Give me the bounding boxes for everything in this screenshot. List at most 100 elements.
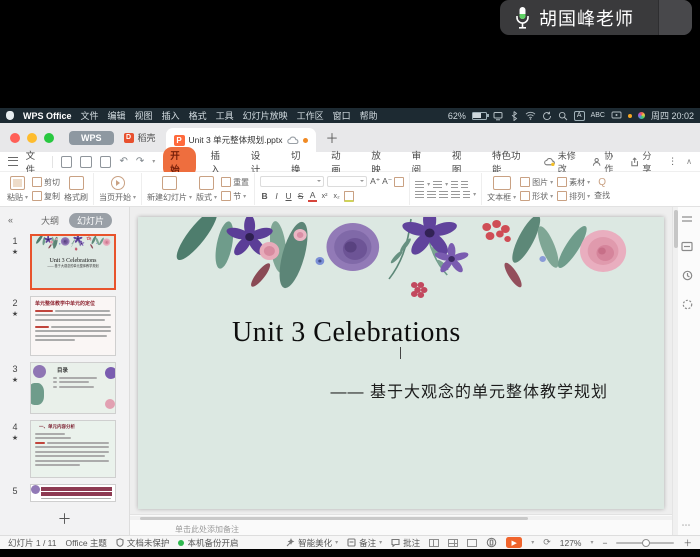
- zoom-chevron-icon[interactable]: ▾: [591, 539, 594, 546]
- ime-caps-label[interactable]: ABC: [591, 112, 605, 119]
- font-size-select[interactable]: [327, 176, 367, 187]
- minimize-window-button[interactable]: [27, 133, 37, 143]
- loop-icon[interactable]: ⟳: [543, 537, 551, 548]
- font-color-button[interactable]: A: [308, 190, 317, 202]
- slide-subtitle[interactable]: —— 基于大观念的单元整体教学规划: [331, 378, 608, 402]
- numbering-button[interactable]: [433, 181, 442, 188]
- animation-pane-icon[interactable]: [681, 241, 693, 252]
- section-button[interactable]: 节▾: [221, 191, 249, 202]
- arrange-button[interactable]: 排列▾: [557, 191, 590, 202]
- copy-button[interactable]: 复制: [32, 191, 60, 202]
- properties-pane-icon[interactable]: [681, 215, 693, 223]
- menu-insert[interactable]: 插入: [162, 109, 180, 122]
- italic-button[interactable]: I: [272, 191, 281, 201]
- notes-bar[interactable]: 单击此处添加备注: [130, 514, 672, 535]
- zoom-out-button[interactable]: −: [603, 538, 608, 548]
- zoom-slider[interactable]: [616, 542, 674, 544]
- horizontal-scrollbar[interactable]: [130, 516, 672, 520]
- underline-button[interactable]: U: [284, 191, 293, 201]
- current-slide[interactable]: Unit 3 Celebrations —— 基于大观念的单元整体教学规划: [138, 217, 664, 509]
- layout-button[interactable]: 版式▾: [196, 176, 217, 203]
- assets-button[interactable]: 素材▾: [557, 177, 590, 188]
- slideshow-play-button[interactable]: ▶: [506, 537, 522, 548]
- justify-button[interactable]: [451, 191, 460, 198]
- slide-thumbnail-4[interactable]: 一、单元内容分析: [30, 420, 116, 478]
- increase-indent-button[interactable]: [461, 181, 468, 188]
- apple-logo-icon[interactable]: [6, 111, 14, 120]
- protection-status[interactable]: 文档未保护: [116, 537, 170, 549]
- strikethrough-button[interactable]: S: [296, 191, 305, 201]
- horizontal-scrollbar-thumb[interactable]: [140, 517, 528, 520]
- align-right-button[interactable]: [439, 191, 448, 198]
- slide-thumbnail-1[interactable]: Unit 3 Celebrations —— 基于大观念的单元整体教学规划: [30, 234, 116, 290]
- play-from-current-button[interactable]: 当页开始▾: [99, 176, 136, 203]
- paste-button[interactable]: 粘贴▾: [7, 176, 28, 203]
- bold-button[interactable]: B: [260, 191, 269, 201]
- textbox-button[interactable]: 文本框▾: [487, 176, 516, 203]
- find-button[interactable]: Q 查找: [594, 177, 610, 201]
- bullets-button[interactable]: [415, 181, 424, 188]
- sync-status[interactable]: 未修改: [544, 149, 583, 175]
- new-tab-button[interactable]: ＋: [326, 128, 339, 147]
- format-painter-button[interactable]: 格式刷: [64, 176, 88, 203]
- slide-title[interactable]: Unit 3 Celebrations: [232, 317, 461, 349]
- menu-workspace[interactable]: 工作区: [297, 109, 324, 122]
- zoom-slider-knob[interactable]: [642, 539, 650, 547]
- highlight-button[interactable]: [344, 191, 354, 202]
- control-center-icon[interactable]: [638, 112, 645, 119]
- normal-view-button[interactable]: [429, 539, 439, 547]
- menu-tools[interactable]: 工具: [216, 109, 234, 122]
- backup-status[interactable]: 本机备份开启: [178, 537, 238, 549]
- align-center-button[interactable]: [427, 191, 436, 198]
- vertical-scrollbar-thumb[interactable]: [674, 210, 678, 248]
- add-slide-button[interactable]: ＋: [0, 505, 129, 535]
- sticker-pane-icon[interactable]: [682, 299, 693, 310]
- menubar-app-name[interactable]: WPS Office: [23, 111, 72, 121]
- reading-view-button[interactable]: [467, 539, 477, 547]
- close-window-button[interactable]: [10, 133, 20, 143]
- notes-button[interactable]: 备注 ▾: [347, 537, 382, 549]
- display-icon[interactable]: [493, 111, 503, 121]
- main-menu-icon[interactable]: [8, 157, 18, 166]
- print-button[interactable]: [80, 156, 92, 168]
- menu-format[interactable]: 格式: [189, 109, 207, 122]
- redo-button[interactable]: ↷: [136, 157, 144, 167]
- share-button[interactable]: 分享: [630, 149, 659, 175]
- tab-outline[interactable]: 大纲: [41, 214, 59, 227]
- zoom-in-button[interactable]: ＋: [683, 537, 692, 549]
- increase-font-button[interactable]: A⁺: [370, 176, 379, 187]
- menu-help[interactable]: 帮助: [360, 109, 378, 122]
- save-button[interactable]: [61, 156, 73, 168]
- decrease-indent-button[interactable]: [451, 181, 458, 188]
- menu-window[interactable]: 窗口: [333, 109, 351, 122]
- slide-sorter-view-button[interactable]: [448, 539, 458, 547]
- collaborate-button[interactable]: 协作: [592, 149, 621, 175]
- screen-share-icon[interactable]: [611, 111, 622, 120]
- spotlight-icon[interactable]: [558, 111, 568, 121]
- comments-button[interactable]: 批注: [391, 537, 420, 549]
- superscript-button[interactable]: x²: [320, 193, 329, 200]
- history-pane-icon[interactable]: [682, 270, 693, 281]
- clear-format-icon[interactable]: [394, 177, 404, 187]
- collapse-panel-button[interactable]: «: [8, 215, 13, 225]
- align-left-button[interactable]: [415, 191, 424, 198]
- slide-thumbnail-3[interactable]: 目录: [30, 362, 116, 414]
- picture-button[interactable]: 图片▾: [520, 177, 553, 188]
- reset-button[interactable]: 重置: [221, 177, 249, 188]
- play-mode-chevron-icon[interactable]: ▾: [531, 539, 534, 546]
- video-call-overlay[interactable]: 胡国峰老师: [500, 0, 692, 35]
- beautify-button[interactable]: 智能美化 ▾: [286, 537, 338, 549]
- menu-view[interactable]: 视图: [135, 109, 153, 122]
- collapse-ribbon-icon[interactable]: ∧: [686, 157, 692, 166]
- subscript-button[interactable]: x₂: [332, 193, 341, 200]
- docer-tab[interactable]: D 稻壳: [114, 123, 166, 152]
- quick-access-chevron-icon[interactable]: ▾: [152, 158, 155, 165]
- notes-placeholder[interactable]: 单击此处添加备注: [175, 524, 239, 535]
- slide-thumbnail-5[interactable]: [30, 484, 116, 502]
- cut-button[interactable]: 剪切: [32, 177, 60, 188]
- sync-icon[interactable]: [542, 111, 552, 121]
- phone-remote-icon[interactable]: [486, 537, 497, 548]
- wps-home-button[interactable]: WPS: [69, 131, 114, 145]
- tab-slides[interactable]: 幻灯片: [69, 213, 112, 228]
- wifi-icon[interactable]: [525, 111, 536, 120]
